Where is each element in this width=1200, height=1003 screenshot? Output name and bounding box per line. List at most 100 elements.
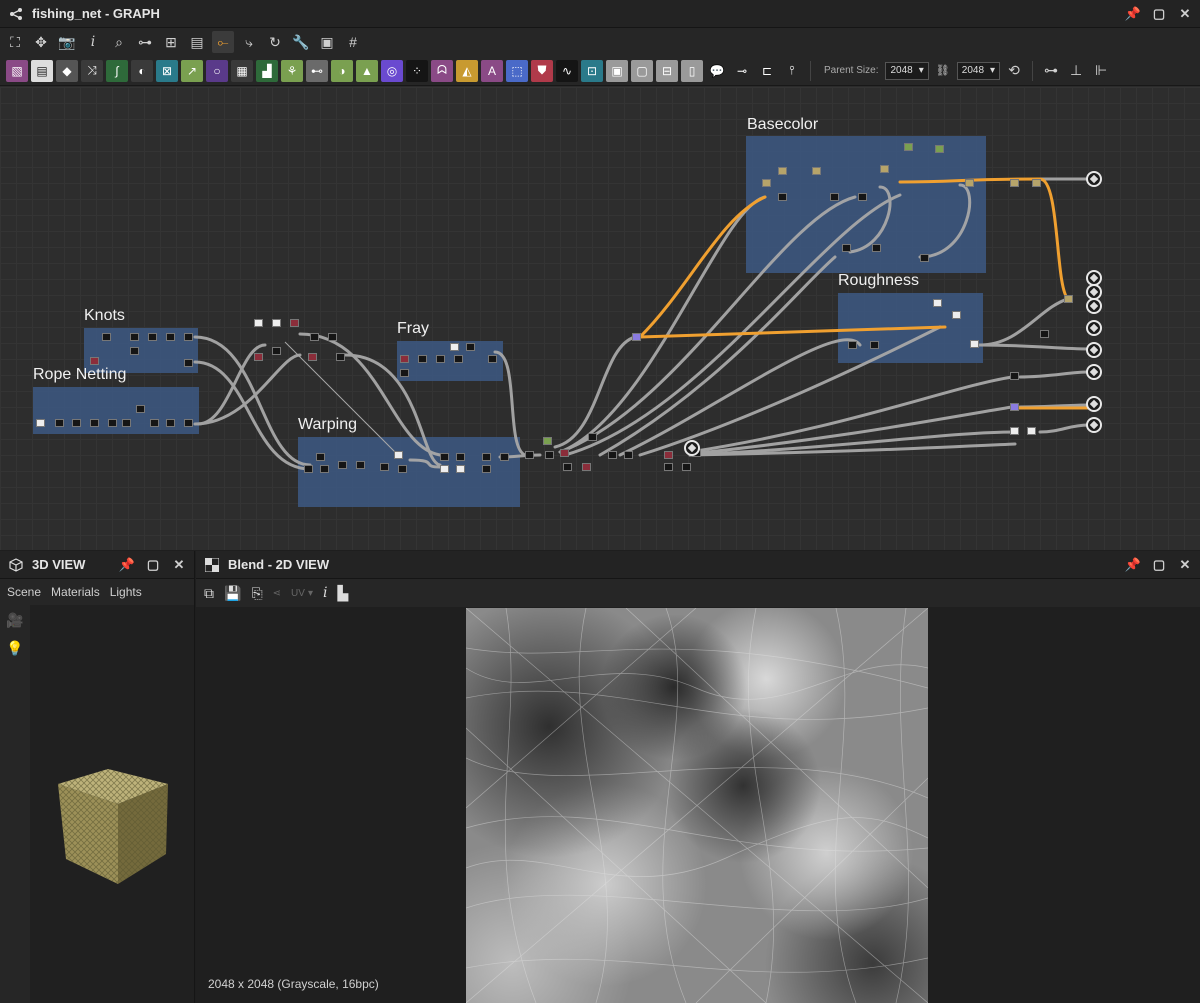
node[interactable] [880,165,889,173]
node[interactable] [136,405,145,413]
node[interactable] [545,451,554,459]
node[interactable] [560,449,569,457]
node[interactable] [308,353,317,361]
node[interactable] [184,333,193,341]
curve-icon[interactable]: ⤷ [238,31,260,53]
node[interactable] [440,465,449,473]
node[interactable] [488,355,497,363]
output-icon[interactable]: ⊟ [656,59,678,82]
parent-size-width-select[interactable]: 2048 ▾ [885,61,929,80]
node[interactable] [130,347,139,355]
node[interactable] [316,453,325,461]
node[interactable] [304,465,313,473]
graph-canvas[interactable]: Basecolor Roughness Knots Rope Netting F… [0,87,1200,550]
curve-node-icon[interactable]: ∫ [106,59,128,82]
histogram-icon[interactable]: ▲ [356,59,378,82]
align-vertical-icon[interactable]: ⊥ [1065,60,1087,82]
output-roughness-icon[interactable] [1086,320,1102,336]
uv-select[interactable]: UV ▾ [291,588,313,599]
node[interactable] [1040,330,1049,338]
tile-icon[interactable]: ▦ [231,59,253,82]
node[interactable] [778,193,787,201]
node[interactable] [272,319,281,327]
refresh-icon[interactable]: ↻ [264,31,286,53]
frame-all-icon[interactable]: ⛶ [4,31,26,53]
distance-icon[interactable]: ⚘ [281,59,303,82]
crop-icon[interactable]: # [342,31,364,53]
node[interactable] [525,451,534,459]
levels-icon[interactable]: ◐ [131,59,153,82]
transform-icon[interactable]: ⤨ [81,59,103,82]
camera-icon[interactable]: 📷 [56,31,78,53]
output-metallic-icon[interactable] [1086,298,1102,314]
node[interactable] [1010,427,1019,435]
output-opacity-icon[interactable] [1086,364,1102,380]
hsl-icon[interactable]: ◎ [381,59,403,82]
close-icon[interactable]: ✕ [172,557,186,572]
fill-icon[interactable]: ⛊ [531,59,553,82]
texture-preview[interactable] [466,608,928,1003]
node[interactable] [130,333,139,341]
node[interactable] [563,463,572,471]
pin-icon[interactable]: 📌 [119,557,135,572]
maximize-icon[interactable]: ▢ [146,557,160,572]
pin-node-icon[interactable]: ⊸ [731,60,753,82]
node[interactable] [456,465,465,473]
select-area-icon[interactable]: ⬚ [506,59,528,82]
node[interactable] [778,167,787,175]
frame-node-icon[interactable]: ▯ [681,59,703,82]
node[interactable] [450,343,459,351]
link-nodes-icon[interactable]: ⊶ [134,31,156,53]
text-node-icon[interactable]: A [481,59,503,82]
node[interactable] [456,453,465,461]
circle-node-icon[interactable]: ○ [206,59,228,82]
node[interactable] [254,319,263,327]
node[interactable] [254,353,263,361]
comment-icon[interactable]: 💬 [706,60,728,82]
node[interactable] [55,419,64,427]
node[interactable] [440,453,449,461]
normal-icon[interactable]: ᗣ [431,59,453,82]
node[interactable] [466,343,475,351]
menu-scene[interactable]: Scene [7,585,41,599]
node[interactable] [400,369,409,377]
close-icon[interactable]: ✕ [1178,557,1192,572]
node[interactable] [762,179,771,187]
wrench-icon[interactable]: 🔧 [290,31,312,53]
node[interactable] [842,244,851,252]
dot-icon[interactable]: ⫯ [781,60,803,82]
fx-map-icon[interactable]: ◆ [56,59,78,82]
node[interactable] [952,311,961,319]
svg-node-icon[interactable]: ▤ [31,59,53,82]
export-icon[interactable]: ⧉ [204,585,214,602]
histogram-icon[interactable]: ▙ [337,585,348,602]
node[interactable] [588,433,597,441]
node[interactable] [398,465,407,473]
node[interactable] [582,463,591,471]
node[interactable] [454,355,463,363]
node[interactable] [830,193,839,201]
output-mask-icon[interactable] [1086,396,1102,412]
info-icon[interactable]: i [323,585,327,601]
node[interactable] [150,419,159,427]
node[interactable] [664,451,673,459]
node[interactable] [272,347,281,355]
gradient-node-icon[interactable]: ↗ [181,59,203,82]
preview-icon[interactable]: ▣ [316,31,338,53]
light-bulb-icon[interactable]: 💡 [4,637,26,659]
align-horizontal-icon[interactable]: ⊶ [1040,60,1062,82]
node[interactable] [664,463,673,471]
search-icon[interactable]: ⌕ [108,31,130,53]
node[interactable] [290,319,299,327]
connection-style-icon[interactable]: ⟜ [212,31,234,53]
close-icon[interactable]: ✕ [1178,6,1192,21]
noise-icon[interactable]: ⁘ [406,59,428,82]
node[interactable] [965,179,974,187]
fit-view-icon[interactable]: ✥ [30,31,52,53]
output-blend-icon[interactable] [1086,417,1102,433]
node[interactable] [500,453,509,461]
link-size-icon[interactable]: ⛓ [932,60,954,82]
shape-icon[interactable]: ◭ [456,59,478,82]
node[interactable] [1032,179,1041,187]
node[interactable] [102,333,111,341]
